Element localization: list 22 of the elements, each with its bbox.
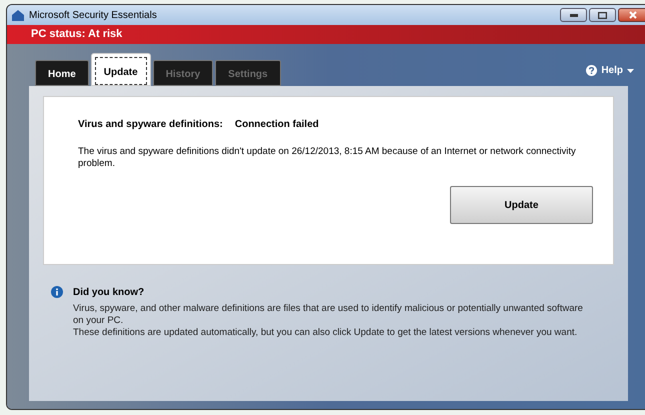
info-icon (51, 286, 63, 298)
tab[interactable]: Update (90, 53, 151, 86)
close-icon (629, 11, 637, 19)
maximize-button[interactable] (589, 8, 616, 22)
status-text: PC status: At risk (31, 27, 122, 42)
help-icon (586, 65, 598, 76)
close-button[interactable] (618, 8, 645, 22)
update-button[interactable]: Update (450, 186, 593, 224)
tip-text: Virus, spyware, and other malware definitions are files that are used to identify malicious or potentially unwanted software on your PC. (73, 303, 584, 327)
window-title: Microsoft Security Essentials (29, 8, 157, 22)
minimize-button[interactable] (560, 8, 587, 22)
definitions-status: Connection failed (234, 118, 319, 132)
tip-title: Did you know? (73, 286, 146, 300)
definitions-label: Virus and spyware definitions: (78, 118, 223, 132)
house-icon (11, 8, 25, 22)
minimize-icon (570, 14, 578, 16)
caret-icon (627, 68, 634, 72)
tip-text: These definitions are updated automatically, but you can also click Update to get the latest versions whenever you want. (73, 327, 578, 339)
maximize-icon (598, 12, 607, 18)
help-button[interactable]: Help (586, 63, 634, 78)
tab[interactable]: Home (35, 60, 89, 86)
update-message: The virus and spyware definitions didn't update on 26/12/2013, 8:15 AM because of an Internet or network connectivity problem. (78, 146, 577, 170)
